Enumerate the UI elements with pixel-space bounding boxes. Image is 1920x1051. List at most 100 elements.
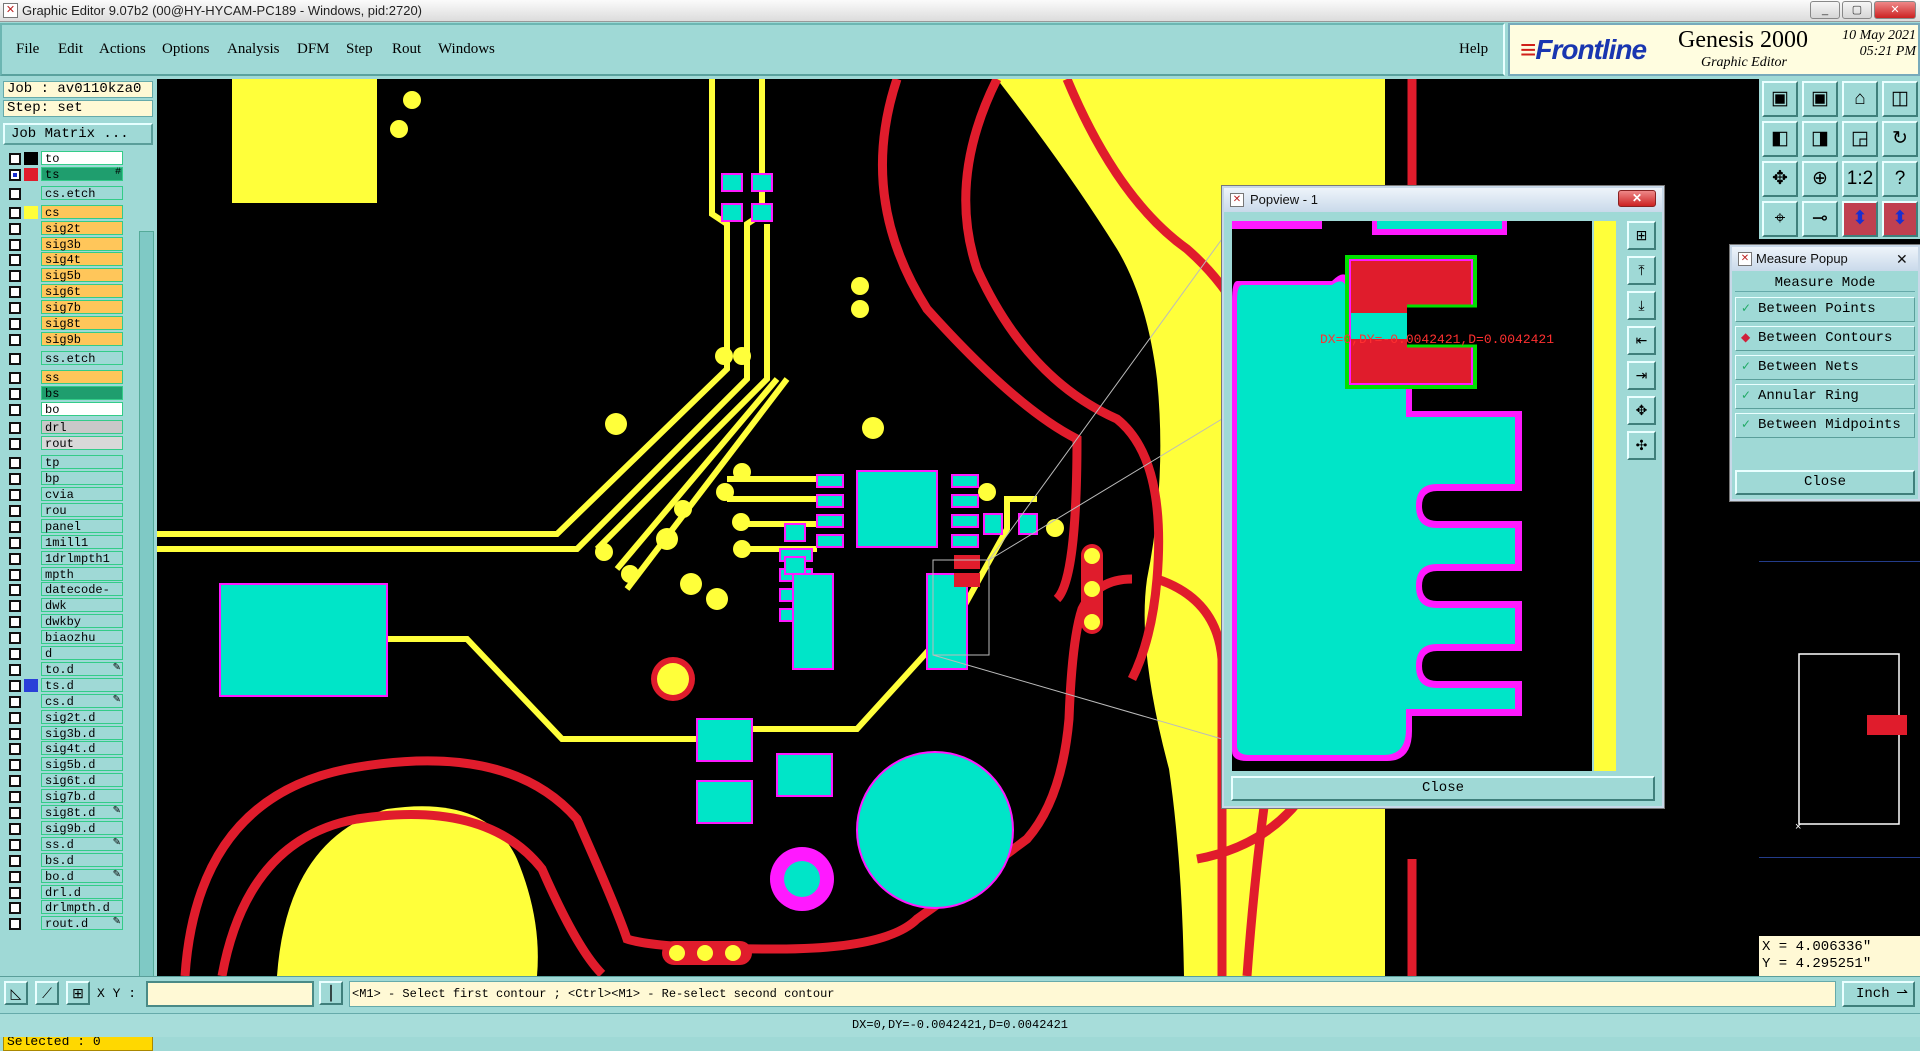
layer-checkbox[interactable] [9,886,21,899]
layer-row-sig5b.d[interactable]: sig5b.d [3,757,123,772]
layer-checkbox[interactable] [9,679,21,692]
layer-color-swatch[interactable] [24,152,38,165]
layer-name[interactable]: bo.d [41,868,123,884]
popview-center-icon[interactable]: ✣ [1627,431,1656,460]
layer-row-sig2t[interactable]: sig2t [3,220,123,236]
layer-row-sig4t.d[interactable]: sig4t.d [3,741,123,756]
layer-checkbox[interactable] [9,807,21,819]
layer-row-1drlmpth1[interactable]: 1drlmpth1 [3,550,123,566]
layer-name[interactable]: bs.d [41,852,123,868]
layer-checkbox[interactable] [9,187,21,200]
layer-row-ts[interactable]: ts # [3,166,123,182]
layer-checkbox[interactable] [9,838,21,851]
layer-name[interactable]: drl [41,420,123,435]
menu-file[interactable]: File [16,41,39,58]
layer-checkbox[interactable] [9,918,21,931]
layer-name[interactable]: biaozhu [41,630,123,645]
layer-checkbox[interactable] [9,536,21,549]
layer-color-swatch[interactable] [24,552,38,565]
layer-color-swatch[interactable] [24,205,38,219]
layer-color-swatch[interactable] [24,870,38,883]
layer-row-sig6t[interactable]: sig6t [3,284,123,299]
layer-row-sig9b.d[interactable]: sig9b.d [3,820,123,836]
popview-zoom-icon[interactable]: ⊞ [1627,221,1656,250]
menu-step[interactable]: Step [346,41,373,58]
layer-name[interactable]: ss.d [41,836,123,852]
layer-row-sig7b[interactable]: sig7b [3,300,123,315]
layer-color-swatch[interactable] [24,631,38,644]
pan-up-icon[interactable]: ▣ [1762,81,1798,117]
layer-name[interactable]: ts.d [41,677,123,693]
layer-checkbox[interactable] [9,254,21,267]
measure-option-between-points[interactable]: ✓ Between Points [1735,297,1915,322]
popview-pan-left-icon[interactable]: ⇤ [1627,326,1656,355]
layer-name[interactable]: cvia [41,487,123,502]
layer-name[interactable]: sig9b [41,331,123,347]
layer-color-swatch[interactable] [24,774,38,787]
layer-checkbox[interactable] [9,759,21,772]
layer-checkbox[interactable] [9,727,21,740]
layer-checkbox[interactable] [9,902,21,915]
layer-color-swatch[interactable] [24,854,38,867]
layer-name[interactable]: sig6t [41,284,123,299]
layer-row-mpth[interactable]: mpth [3,566,123,582]
close-window-button[interactable]: ✕ [1874,1,1916,19]
layer-name[interactable]: sig2t.d [41,709,123,725]
layer-checkbox[interactable] [9,238,21,251]
layer-checkbox[interactable] [9,568,21,581]
layer-row-ss.d[interactable]: ss.d ✎ [3,836,123,852]
layer-checkbox[interactable] [9,438,21,451]
menu-help[interactable]: Help [1459,41,1488,58]
layer-row-ss[interactable]: ss [3,369,123,385]
layer-color-swatch[interactable] [24,742,38,755]
layer-row-sig5b[interactable]: sig5b [3,268,123,283]
layer-color-swatch[interactable] [24,901,38,914]
pan-down-icon[interactable]: ▣ [1802,81,1838,117]
layer-row-sig2t.d[interactable]: sig2t.d [3,709,123,725]
layer-row-d[interactable]: d [3,646,123,661]
layer-name[interactable]: mpth [41,566,123,582]
layer-name[interactable]: sig8t [41,316,123,331]
layer-name[interactable]: sig3b [41,236,123,252]
layer-color-swatch[interactable] [24,790,38,803]
measure-close-x-icon[interactable]: ✕ [1896,247,1908,271]
measure-option-between-nets[interactable]: ✓ Between Nets [1735,355,1915,380]
layer-name[interactable]: cs [41,204,123,220]
layer-color-swatch[interactable] [24,167,38,181]
layer-row-cs.etch[interactable]: cs.etch [3,185,123,201]
layer-name[interactable]: sig2t [41,220,123,236]
layer-name[interactable]: cs.etch [41,185,123,201]
layer-row-bs.d[interactable]: bs.d [3,852,123,868]
layer-row-sig8t.d[interactable]: sig8t.d ✎ [3,805,123,820]
layer-row-bo.d[interactable]: bo.d ✎ [3,868,123,884]
layer-checkbox[interactable] [9,403,21,416]
layer-color-swatch[interactable] [24,472,38,485]
layer-name[interactable]: to [41,151,123,166]
layer-checkbox[interactable] [9,222,21,235]
layer-color-swatch[interactable] [24,301,38,314]
layer-name[interactable]: ss.etch [41,350,123,366]
layer-color-swatch[interactable] [24,222,38,235]
layer-name[interactable]: 1drlmpth1 [41,550,123,566]
layer-name[interactable]: 1mill1 [41,534,123,550]
popview-pan-down-icon[interactable]: ⤓ [1627,291,1656,320]
layer-row-biaozhu[interactable]: biaozhu [3,630,123,645]
help-query-icon[interactable]: ? [1882,161,1918,197]
popview-pan-right-icon[interactable]: ⇥ [1627,361,1656,390]
measure-option-between-contours[interactable]: ◆ Between Contours [1735,326,1915,351]
layer-name[interactable]: sig5b.d [41,757,123,772]
unit-selector[interactable]: Inch ⇀ [1842,981,1915,1007]
layer-name[interactable]: datecode-pbe [41,582,123,611]
layer-row-sig8t[interactable]: sig8t [3,316,123,331]
layer-row-ts.d[interactable]: ts.d [3,677,123,693]
popview-close-button[interactable]: Close [1231,776,1655,801]
layer-checkbox[interactable] [9,371,21,384]
layer-name[interactable]: tp [41,455,123,470]
layer-checkbox[interactable] [9,318,21,330]
layer-name[interactable]: dwk [41,598,123,613]
layer-checkbox[interactable] [9,168,21,181]
layer-row-cvia[interactable]: cvia [3,487,123,502]
layer-row-sig3b.d[interactable]: sig3b.d [3,725,123,741]
layer-color-swatch[interactable] [24,711,38,724]
layer-checkbox[interactable] [9,489,21,501]
